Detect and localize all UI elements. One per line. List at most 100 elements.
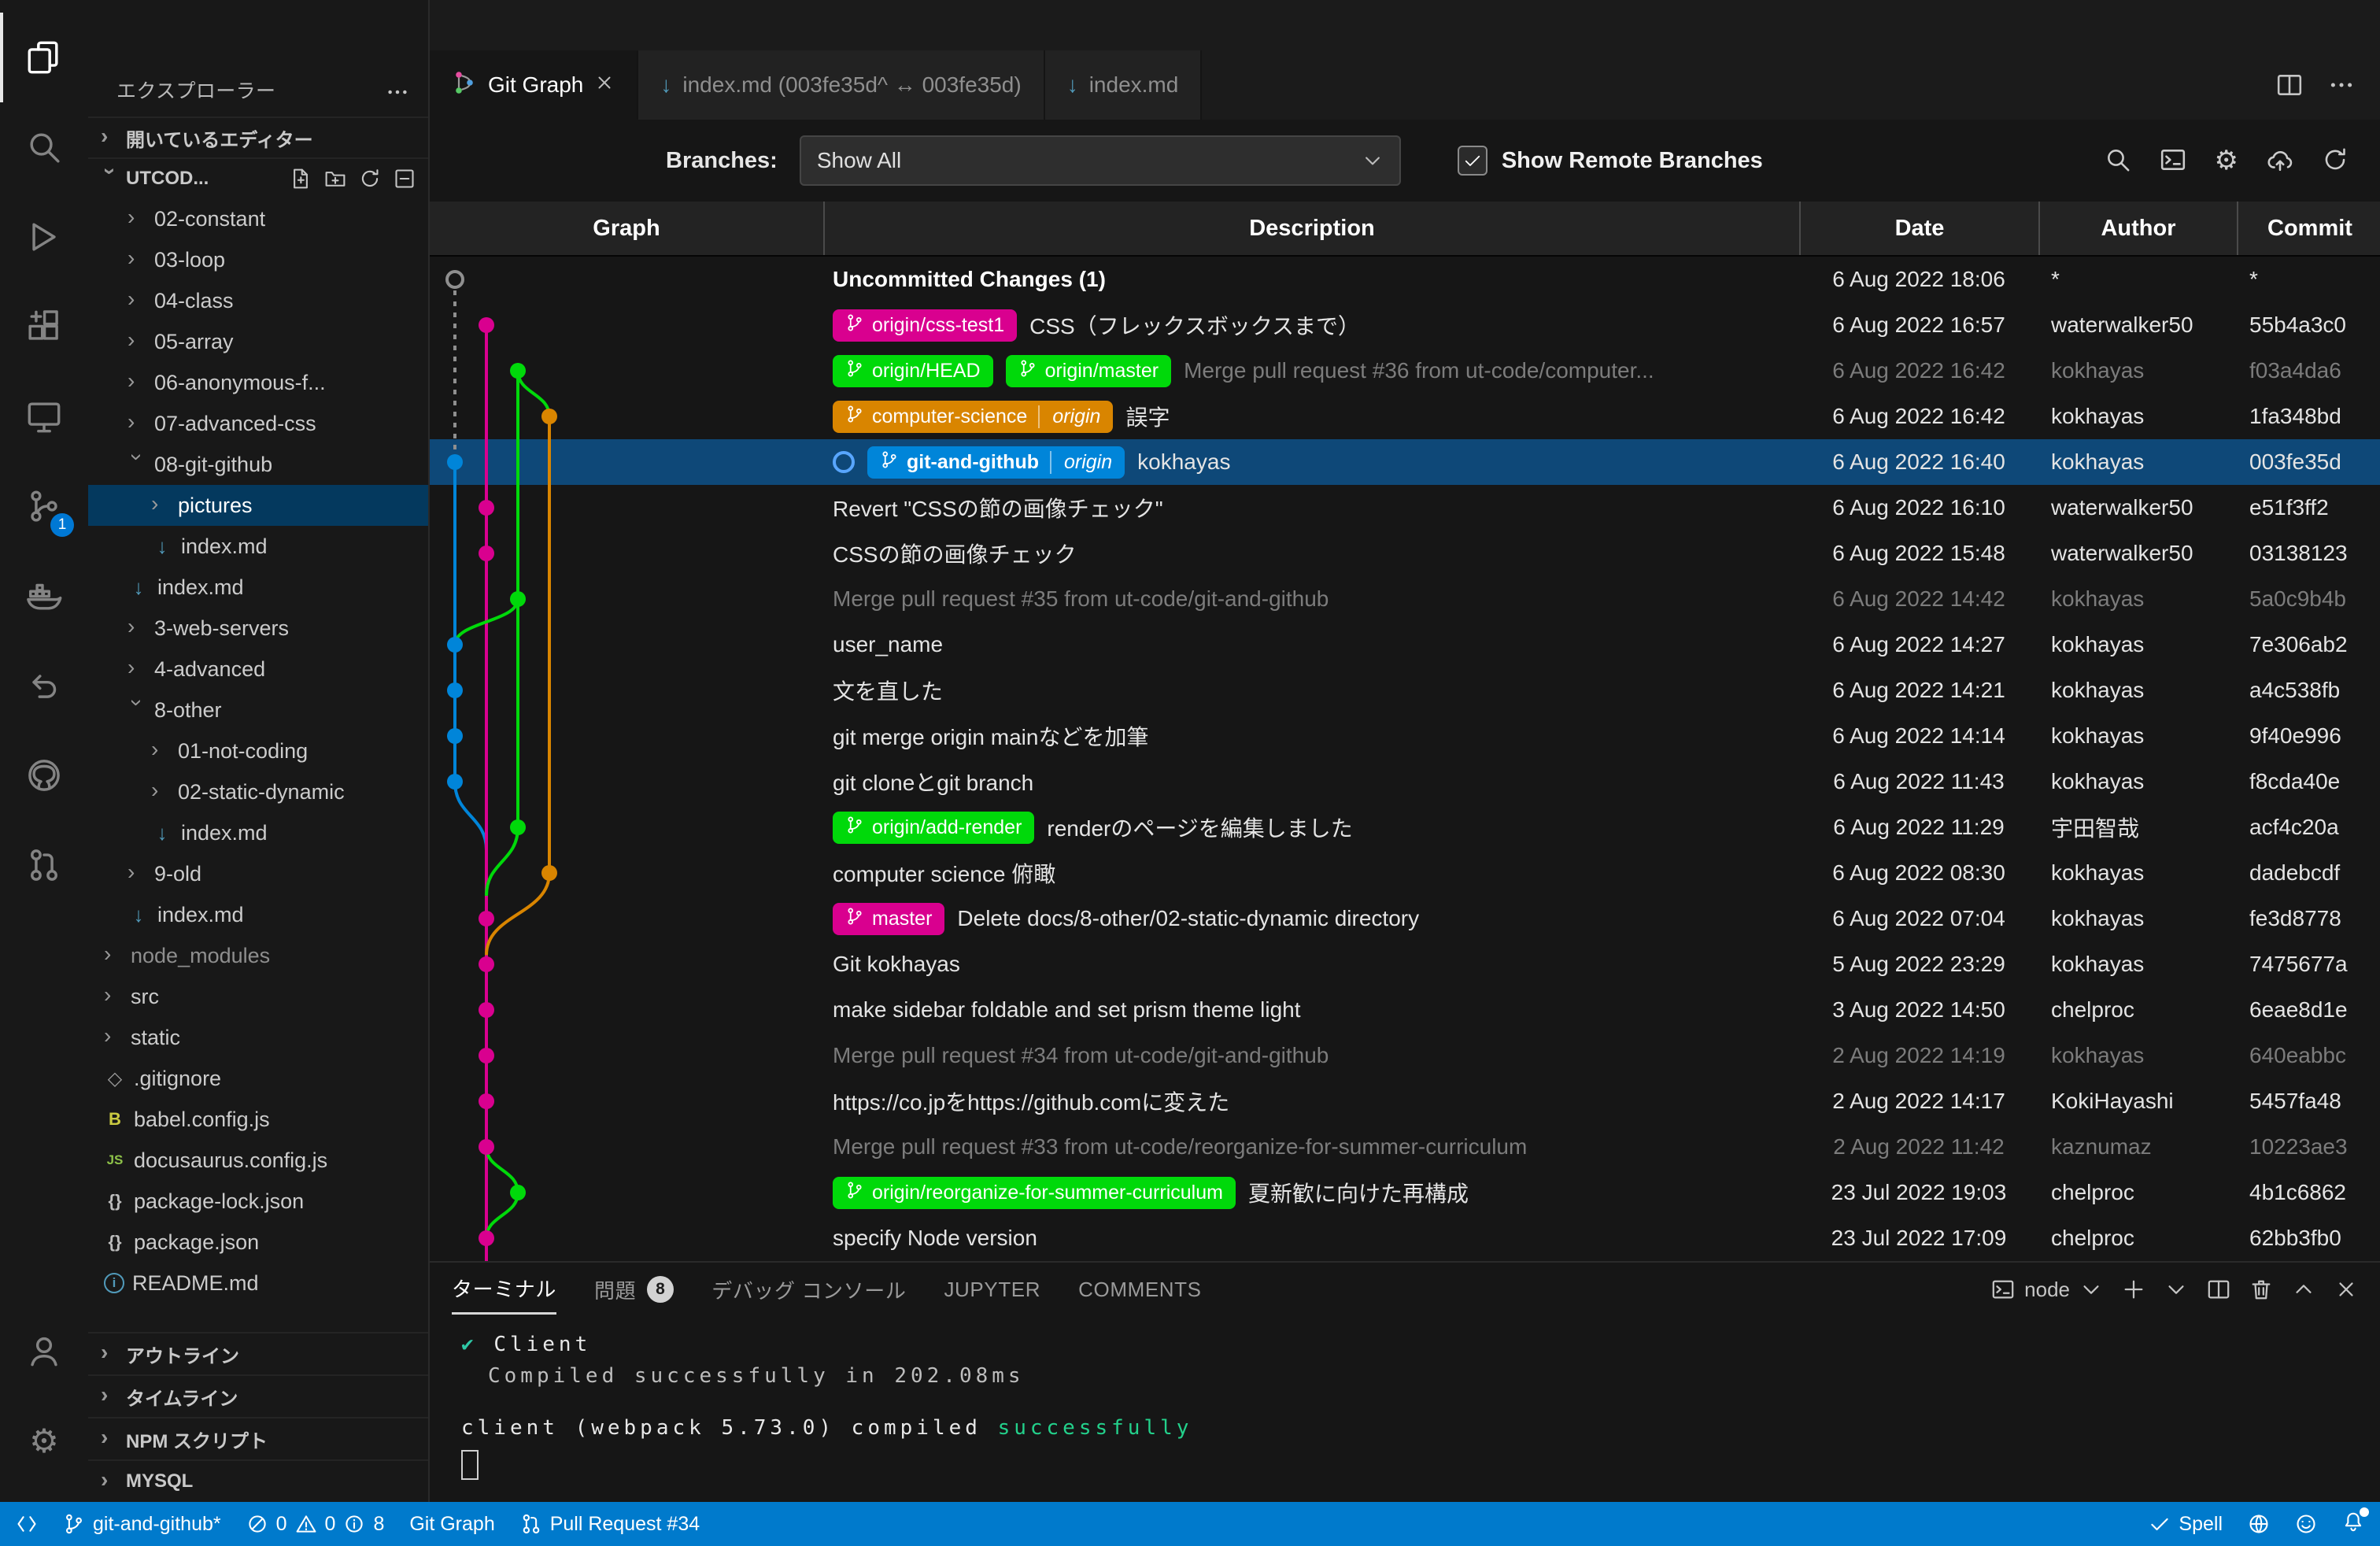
panel-tab--[interactable]: デバッグ コンソール	[711, 1266, 906, 1314]
tree-item-9-old[interactable]: ›9-old	[88, 853, 428, 894]
tab-index-md[interactable]: ↓index.md	[1045, 50, 1203, 120]
tree-item-pictures[interactable]: ›pictures	[88, 485, 428, 526]
commit-row[interactable]: make sidebar foldable and set prism them…	[430, 987, 2380, 1033]
refresh-icon[interactable]	[359, 168, 381, 190]
activity-remote-explorer[interactable]	[0, 372, 88, 461]
branch-badge[interactable]: master	[833, 903, 944, 935]
tree-item-3-web-servers[interactable]: ›3-web-servers	[88, 608, 428, 649]
activity-settings[interactable]: ⚙	[0, 1396, 88, 1486]
collapse-all-icon[interactable]	[394, 168, 416, 190]
activity-explorer[interactable]	[0, 13, 88, 102]
activity-undo-arrow[interactable]	[0, 641, 88, 730]
branch-badge[interactable]: origin/add-render	[833, 812, 1034, 844]
close-panel-icon[interactable]	[2334, 1278, 2358, 1301]
feedback-status[interactable]	[2295, 1513, 2317, 1535]
tree-item-05-array[interactable]: ›05-array	[88, 321, 428, 362]
sidebar-section-MYSQL[interactable]: ›MYSQL	[88, 1459, 428, 1502]
tree-item-package-json[interactable]: {}package.json	[88, 1222, 428, 1263]
spell-status[interactable]: Spell	[2149, 1513, 2223, 1536]
tree-item-4-advanced[interactable]: ›4-advanced	[88, 649, 428, 690]
launch-profile-icon[interactable]	[2164, 1278, 2188, 1301]
commit-row[interactable]: origin/add-renderrenderのページを編集しました6 Aug …	[430, 804, 2380, 850]
find-icon[interactable]	[2105, 146, 2131, 176]
remote-indicator[interactable]	[16, 1513, 38, 1535]
tree-item-babel-config-js[interactable]: Bbabel.config.js	[88, 1099, 428, 1140]
tree-item-02-static-dynamic[interactable]: ›02-static-dynamic	[88, 771, 428, 812]
tree-item-index-md[interactable]: ↓index.md	[88, 894, 428, 935]
commit-row[interactable]: Merge pull request #35 from ut-code/git-…	[430, 576, 2380, 622]
activity-run-debug[interactable]	[0, 192, 88, 282]
tree-item-02-constant[interactable]: ›02-constant	[88, 198, 428, 239]
tree-item-index-md[interactable]: ↓index.md	[88, 526, 428, 567]
refresh-icon[interactable]	[2322, 146, 2349, 176]
open-terminal-icon[interactable]	[2160, 146, 2186, 176]
show-remote-branches-checkbox[interactable]: Show Remote Branches	[1458, 146, 1763, 176]
commit-row[interactable]: Git kokhayas5 Aug 2022 23:29kokhayas7475…	[430, 941, 2380, 987]
commit-row[interactable]: computer science 俯瞰6 Aug 2022 08:30kokha…	[430, 850, 2380, 896]
tree-item-readme-md[interactable]: iREADME.md	[88, 1263, 428, 1304]
commit-row[interactable]: masterDelete docs/8-other/02-static-dyna…	[430, 896, 2380, 941]
commit-row[interactable]: https://co.jpをhttps://github.comに変えた2 Au…	[430, 1078, 2380, 1124]
panel-tab--[interactable]: 問題8	[594, 1266, 674, 1314]
tree-item-index-md[interactable]: ↓index.md	[88, 567, 428, 608]
tree-item-07-advanced-css[interactable]: ›07-advanced-css	[88, 403, 428, 444]
commit-row[interactable]: CSSの節の画像チェック6 Aug 2022 15:48waterwalker5…	[430, 531, 2380, 576]
pull-request-status[interactable]: Pull Request #34	[520, 1513, 700, 1536]
commit-row[interactable]: git cloneとgit branch6 Aug 2022 11:43kokh…	[430, 759, 2380, 804]
branch-badge[interactable]: origin/HEAD	[833, 355, 993, 387]
split-terminal-icon[interactable]	[2207, 1278, 2230, 1301]
panel-tab--[interactable]: ターミナル	[452, 1264, 556, 1315]
branch-badge[interactable]: computer-scienceorigin	[833, 401, 1113, 433]
activity-extensions[interactable]	[0, 282, 88, 372]
activity-docker[interactable]	[0, 551, 88, 641]
split-editor-icon[interactable]	[2276, 72, 2303, 98]
branch-badge[interactable]: origin/master	[1006, 355, 1172, 387]
commit-row[interactable]: origin/HEADorigin/masterMerge pull reque…	[430, 348, 2380, 394]
new-file-icon[interactable]	[290, 168, 312, 190]
commit-row[interactable]: computer-scienceorigin誤字6 Aug 2022 16:42…	[430, 394, 2380, 439]
tree-item-static[interactable]: ›static	[88, 1017, 428, 1058]
tree-item--gitignore[interactable]: ◇.gitignore	[88, 1058, 428, 1099]
activity-source-control[interactable]: 1	[0, 461, 88, 551]
notifications[interactable]	[2342, 1511, 2364, 1538]
tab-git-graph[interactable]: Git Graph	[430, 50, 638, 120]
tree-item-08-git-github[interactable]: ›08-git-github	[88, 444, 428, 485]
tree-item-06-anonymous-f-[interactable]: ›06-anonymous-f...	[88, 362, 428, 403]
commit-row[interactable]: specify Node version23 Jul 2022 17:09che…	[430, 1215, 2380, 1261]
git-graph-status[interactable]: Git Graph	[409, 1513, 494, 1536]
shell-selector[interactable]: node	[1991, 1278, 2103, 1302]
tab-index-md-003fe35d-003fe35d-[interactable]: ↓index.md (003fe35d^ ↔ 003fe35d)	[638, 50, 1044, 120]
commit-row[interactable]: origin/css-test1CSS（フレックスボックスまで）6 Aug 20…	[430, 302, 2380, 348]
fetch-icon[interactable]	[2267, 146, 2293, 176]
sidebar-section-アウトライン[interactable]: ›アウトライン	[88, 1332, 428, 1374]
tree-item-index-md[interactable]: ↓index.md	[88, 812, 428, 853]
commit-row[interactable]: Merge pull request #34 from ut-code/git-…	[430, 1033, 2380, 1078]
activity-search[interactable]	[0, 102, 88, 192]
activity-github[interactable]	[0, 730, 88, 820]
open-editors-section[interactable]: › 開いているエディター	[88, 117, 428, 157]
panel-tab-comments[interactable]: COMMENTS	[1078, 1268, 1201, 1311]
commit-row[interactable]: git-and-githuboriginkokhayas6 Aug 2022 1…	[430, 439, 2380, 485]
settings-icon[interactable]: ⚙	[2215, 146, 2238, 176]
commit-row[interactable]: origin/reorganize-for-summer-curriculum夏…	[430, 1170, 2380, 1215]
maximize-panel-icon[interactable]	[2292, 1278, 2315, 1301]
commit-row[interactable]: user_name6 Aug 2022 14:27kokhayas7e306ab…	[430, 622, 2380, 668]
tree-item-01-not-coding[interactable]: ›01-not-coding	[88, 730, 428, 771]
commit-row[interactable]: Merge pull request #33 from ut-code/reor…	[430, 1124, 2380, 1170]
commit-row[interactable]: Revert "CSSの節の画像チェック"6 Aug 2022 16:10wat…	[430, 485, 2380, 531]
branch-badge[interactable]: origin/css-test1	[833, 309, 1017, 342]
sidebar-section-タイムライン[interactable]: ›タイムライン	[88, 1374, 428, 1417]
tree-item-03-loop[interactable]: ›03-loop	[88, 239, 428, 280]
branch-badge[interactable]: git-and-githuborigin	[867, 446, 1125, 479]
new-folder-icon[interactable]	[324, 168, 346, 190]
activity-pull-requests[interactable]	[0, 820, 88, 910]
language-status[interactable]	[2248, 1513, 2270, 1535]
sidebar-section-NPM スクリプト[interactable]: ›NPM スクリプト	[88, 1417, 428, 1459]
tree-item-package-lock-json[interactable]: {}package-lock.json	[88, 1181, 428, 1222]
commit-row[interactable]: git merge origin mainなどを加筆6 Aug 2022 14:…	[430, 713, 2380, 759]
tree-item-8-other[interactable]: ›8-other	[88, 690, 428, 730]
tree-item-docusaurus-config-js[interactable]: JSdocusaurus.config.js	[88, 1140, 428, 1181]
problems-status[interactable]: 008	[246, 1513, 385, 1536]
tree-item-04-class[interactable]: ›04-class	[88, 280, 428, 321]
commit-row[interactable]: Uncommitted Changes (1)6 Aug 2022 18:06*…	[430, 257, 2380, 302]
